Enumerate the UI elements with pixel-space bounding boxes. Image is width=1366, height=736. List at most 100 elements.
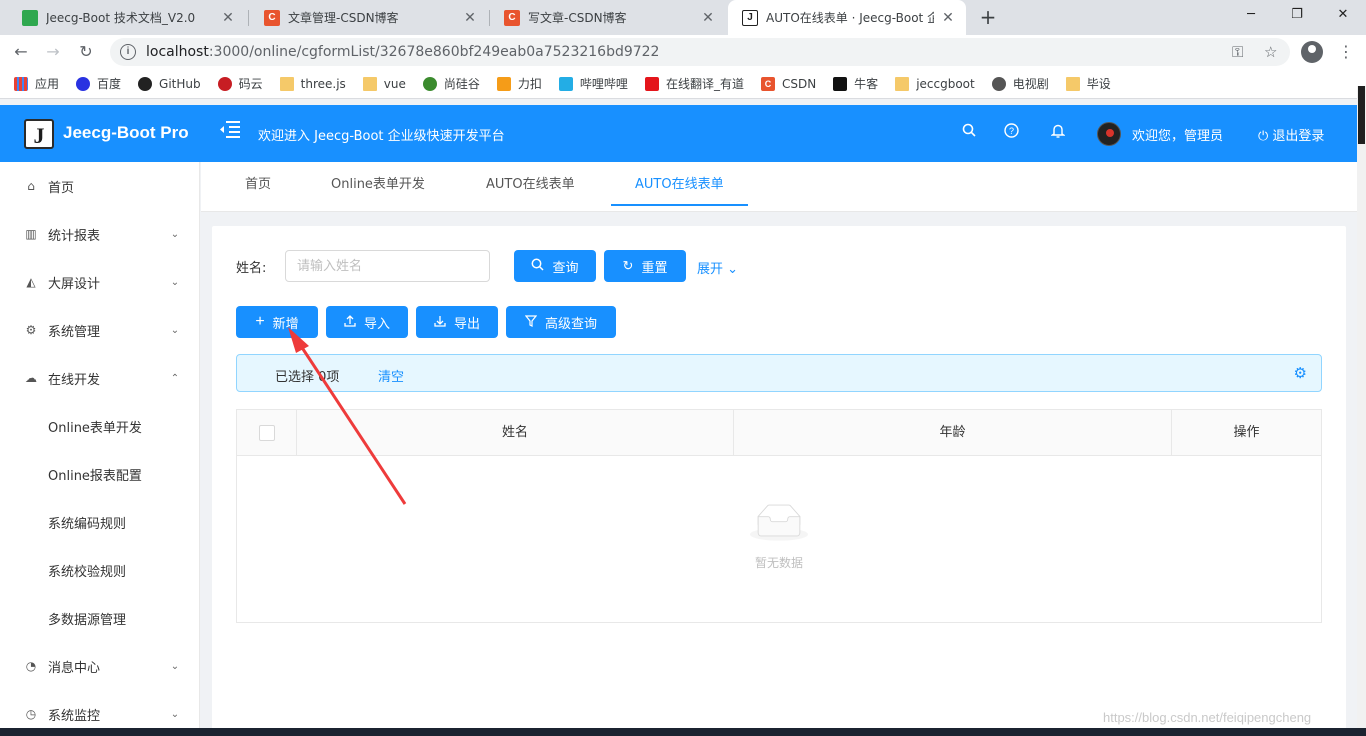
- bookmark-nowcoder[interactable]: 牛客: [833, 75, 878, 92]
- bookmark-tv[interactable]: 电视剧: [991, 75, 1049, 92]
- tab-auto-form[interactable]: AUTO在线表单: [462, 162, 599, 206]
- sidebar-item-datasource[interactable]: 多数据源管理: [0, 598, 199, 638]
- import-button-label: 导入: [363, 315, 390, 331]
- expand-label: 展开: [697, 262, 724, 277]
- reset-button[interactable]: ↻ 重置: [604, 250, 686, 282]
- close-tab-icon[interactable]: ✕: [220, 10, 236, 26]
- browser-tab-title: 写文章-CSDN博客: [528, 11, 627, 25]
- site-info-icon[interactable]: i: [120, 44, 136, 60]
- new-tab-button[interactable]: +: [976, 4, 1000, 30]
- page-tabs: 首页 Online表单开发 AUTO在线表单 AUTO在线表单: [201, 162, 1357, 212]
- search-icon[interactable]: [962, 123, 976, 141]
- table-header: 姓名 年龄 操作: [237, 410, 1321, 456]
- user-avatar[interactable]: [1097, 122, 1121, 146]
- sidebar-item-check-rules[interactable]: 系统校验规则: [0, 550, 199, 590]
- tab-home[interactable]: 首页: [221, 162, 295, 206]
- sidebar-item-reports[interactable]: ▥ 统计报表 ⌄: [0, 214, 199, 254]
- sidebar-item-messages[interactable]: ◔ 消息中心 ⌄: [0, 646, 199, 686]
- maximize-window-icon[interactable]: ❐: [1274, 0, 1320, 30]
- bookmark-label: 哔哩哔哩: [579, 77, 628, 91]
- youdao-icon: [644, 76, 659, 91]
- reload-icon[interactable]: ↻: [75, 41, 97, 63]
- bookmark-vue[interactable]: vue: [362, 76, 406, 91]
- select-all-checkbox[interactable]: [259, 425, 275, 441]
- help-icon[interactable]: ?: [1004, 123, 1019, 142]
- bookmark-jeccgboot[interactable]: jeccgboot: [895, 76, 975, 91]
- bookmark-star-icon[interactable]: ☆: [1264, 43, 1277, 61]
- bookmark-github[interactable]: GitHub: [138, 76, 201, 91]
- clear-selection-link[interactable]: 清空: [378, 366, 404, 385]
- folder-icon: [279, 76, 294, 91]
- atguigu-icon: [422, 76, 437, 91]
- name-search-label: 姓名:: [236, 261, 267, 276]
- sidebar-item-home[interactable]: ⌂ 首页: [0, 166, 199, 206]
- sidebar-item-online-report[interactable]: Online报表配置: [0, 454, 199, 494]
- sidebar-item-online-form[interactable]: Online表单开发: [0, 406, 199, 446]
- browser-menu-icon[interactable]: ⋮: [1338, 40, 1354, 64]
- browser-tab-csdn-write[interactable]: C 写文章-CSDN博客 ✕: [490, 0, 726, 35]
- browser-tab-jeecg-docs[interactable]: Jeecg-Boot 技术文档_V2.0 ✕: [8, 0, 246, 35]
- github-icon: [138, 76, 153, 91]
- close-tab-icon[interactable]: ✕: [940, 10, 956, 26]
- close-tab-icon[interactable]: ✕: [462, 10, 478, 26]
- name-search-input[interactable]: [285, 250, 490, 282]
- close-window-icon[interactable]: ✕: [1320, 0, 1366, 30]
- bookmark-label: 尚硅谷: [443, 77, 480, 91]
- export-button[interactable]: 导出: [416, 306, 498, 338]
- menu-fold-icon[interactable]: [219, 119, 241, 144]
- bell-icon[interactable]: [1050, 123, 1066, 142]
- back-arrow-icon[interactable]: ←: [10, 41, 32, 63]
- sidebar-item-system[interactable]: ⚙ 系统管理 ⌄: [0, 310, 199, 350]
- close-tab-icon[interactable]: ✕: [700, 10, 716, 26]
- leetcode-icon: [496, 76, 511, 91]
- chevron-down-icon: ⌄: [170, 228, 180, 240]
- import-button[interactable]: 导入: [326, 306, 408, 338]
- bar-chart-icon: ▥: [25, 227, 37, 241]
- sidebar-item-code-rules[interactable]: 系统编码规则: [0, 502, 199, 542]
- chevron-up-icon: ⌃: [170, 372, 180, 384]
- advanced-query-button[interactable]: 高级查询: [506, 306, 616, 338]
- dashboard-icon: ◷: [25, 707, 37, 721]
- app-header: J Jeecg-Boot Pro 欢迎进入 Jeecg-Boot 企业级快速开发…: [0, 105, 1357, 162]
- tab-online-form-dev[interactable]: Online表单开发: [307, 162, 449, 206]
- sidebar-item-label: 系统校验规则: [48, 564, 127, 580]
- column-header-age[interactable]: 年龄: [734, 410, 1172, 456]
- cloud-icon: ☁: [25, 371, 37, 385]
- bookmark-bilibili[interactable]: 哔哩哔哩: [558, 75, 628, 92]
- user-greeting[interactable]: 欢迎您，管理员: [1132, 125, 1223, 144]
- menu-fold-svg: [220, 121, 240, 138]
- empty-state: 暂无数据: [237, 502, 1321, 571]
- gitee-icon: [217, 76, 232, 91]
- bookmark-youdao[interactable]: 在线翻译_有道: [644, 75, 744, 92]
- sidebar-item-label: 首页: [48, 180, 75, 196]
- content-card: 姓名: 查询 ↻ 重置 展开 ⌄ + 新增 导入 导出 高级查询 已选择 0项 清空…: [212, 226, 1346, 736]
- bookmark-threejs[interactable]: three.js: [279, 76, 346, 91]
- bookmark-apps[interactable]: 应用: [14, 75, 59, 92]
- bookmark-gitee[interactable]: 码云: [217, 75, 263, 92]
- key-icon[interactable]: ⚿: [1232, 43, 1243, 61]
- sidebar-item-bigscreen[interactable]: ◭ 大屏设计 ⌄: [0, 262, 199, 302]
- bookmark-bishe[interactable]: 毕设: [1065, 75, 1111, 92]
- settings-icon[interactable]: ⚙: [1294, 364, 1307, 382]
- address-bar[interactable]: i localhost:3000/online/cgformList/32678…: [110, 38, 1290, 66]
- bookmark-atguigu[interactable]: 尚硅谷: [422, 75, 480, 92]
- minimize-window-icon[interactable]: ─: [1228, 0, 1274, 30]
- logout-icon: ⏻: [1258, 129, 1273, 144]
- bookmark-csdn[interactable]: C CSDN: [760, 76, 816, 91]
- profile-avatar-icon[interactable]: [1301, 41, 1323, 63]
- scrollbar-thumb[interactable]: [1358, 86, 1365, 144]
- page-scrollbar[interactable]: [1357, 86, 1366, 736]
- column-header-name[interactable]: 姓名: [297, 410, 734, 456]
- forward-arrow-icon[interactable]: →: [42, 41, 64, 63]
- bookmark-baidu[interactable]: 百度: [76, 75, 121, 92]
- expand-toggle[interactable]: 展开 ⌄: [697, 258, 738, 277]
- query-button[interactable]: 查询: [514, 250, 596, 282]
- browser-tab-auto-form[interactable]: J AUTO在线表单 · Jeecg-Boot 企 ✕: [728, 0, 966, 35]
- tab-auto-form-active[interactable]: AUTO在线表单: [611, 162, 748, 206]
- sidebar-item-online-dev[interactable]: ☁ 在线开发 ⌃: [0, 358, 199, 398]
- bookmark-leetcode[interactable]: 力扣: [496, 75, 542, 92]
- browser-tab-csdn-articles[interactable]: C 文章管理-CSDN博客 ✕: [250, 0, 488, 35]
- add-button[interactable]: + 新增: [236, 306, 318, 338]
- bookmark-label: 百度: [97, 77, 122, 91]
- logout-button[interactable]: ⏻ 退出登录: [1258, 125, 1324, 144]
